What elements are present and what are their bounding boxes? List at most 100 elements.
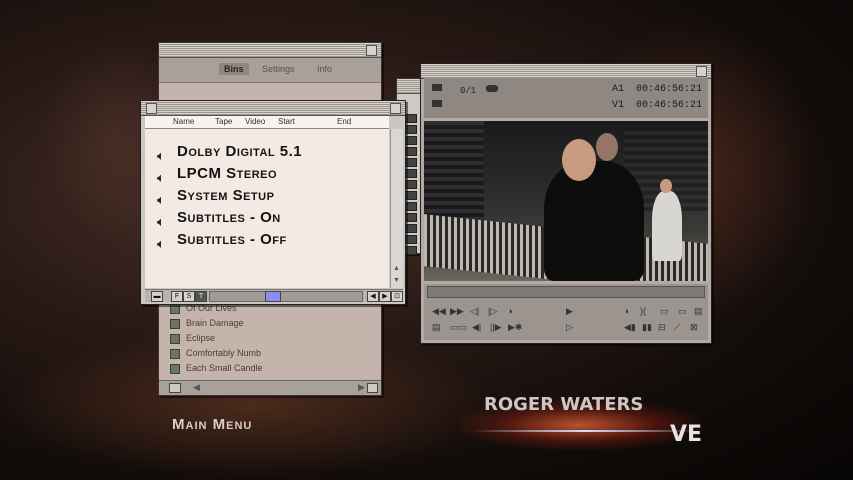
person-figure	[544, 161, 644, 281]
clip-icon[interactable]: ▭	[678, 306, 687, 317]
timecode-value: 00:46:56:21	[635, 84, 702, 95]
menu-item-system-setup[interactable]: 🔈︎ System Setup	[145, 185, 389, 207]
tab-info[interactable]: Info	[317, 64, 332, 74]
column-tape[interactable]: Tape	[215, 117, 232, 126]
menu-item-subtitles-off[interactable]: 🔈︎ Subtitles - Off	[145, 229, 389, 251]
audio-menu-window: Name Tape Video Start End 🔈︎ Dolby Digit…	[140, 100, 406, 305]
menu-list: 🔈︎ Dolby Digital 5.1 🔈︎ LPCM Stereo 🔈︎ S…	[145, 129, 389, 288]
menu-item-label: LPCM Stereo	[177, 165, 278, 182]
column-start[interactable]: Start	[278, 117, 295, 126]
clip-icon	[170, 364, 180, 374]
resize-icon[interactable]	[367, 383, 378, 393]
jog-forward-icon[interactable]: ||▶	[490, 322, 502, 333]
tab-settings[interactable]: Settings	[262, 64, 295, 74]
tab-bins[interactable]: Bins	[219, 63, 249, 75]
play-in-out-icon[interactable]: ◀▮	[624, 322, 636, 333]
audio-icon[interactable]: ▭▭	[450, 322, 467, 333]
button-s[interactable]: S	[183, 291, 195, 302]
menu-item-lpcm-stereo[interactable]: 🔈︎ LPCM Stereo	[145, 163, 389, 185]
player-window: 0/1 A1 00:46:56:21 V1 00:46:56:21 ◀◀ ▶▶ …	[420, 63, 712, 344]
column-name[interactable]: Name	[173, 117, 194, 126]
list-item[interactable]: Brain Damage	[159, 316, 381, 331]
menu-titlebar[interactable]	[141, 101, 405, 116]
shuttle-icon[interactable]: ▶✱	[508, 322, 522, 333]
transport-controls: ◀◀ ▶▶ ◁| |▷ ◗ ▶ ◖ )( ▭ ▭ ▤ ▤ ▭▭ ◀| ||▶ ▶…	[424, 284, 708, 340]
column-end[interactable]: End	[337, 117, 351, 126]
zoom-box-icon[interactable]	[696, 66, 707, 77]
list-icon[interactable]: ▤	[694, 306, 703, 317]
mark-in-icon[interactable]: ◁|	[470, 306, 479, 317]
button-t[interactable]: T	[195, 291, 207, 302]
video-frame	[424, 121, 708, 281]
left-arrow-icon[interactable]: ◀	[193, 382, 200, 393]
clip-icon	[170, 319, 180, 329]
vertical-scrollbar[interactable]: ▲ ▼	[390, 129, 403, 288]
bins-tabbar: Bins Settings Info	[159, 58, 381, 83]
timecode-a1: A1 00:46:56:21	[612, 84, 702, 95]
bins-scrollbar[interactable]: ◀ ▶	[159, 380, 381, 395]
logo-title: ROGER WATERS	[484, 394, 644, 415]
zoom-box-icon[interactable]	[366, 45, 377, 56]
scroll-thumb[interactable]	[265, 291, 281, 302]
bins-list: Of Our Lives Brain Damage Eclipse Comfor…	[159, 301, 381, 376]
step-back-icon[interactable]: ▶▶	[450, 306, 464, 317]
mark-out-icon[interactable]: |▷	[488, 306, 497, 317]
overwrite-icon[interactable]: ▮▮	[642, 322, 652, 333]
bins-titlebar[interactable]	[159, 43, 381, 58]
list-item[interactable]: Eclipse	[159, 331, 381, 346]
clip-counter: 0/1	[460, 86, 477, 96]
scroll-left-icon[interactable]: ◀	[367, 291, 379, 302]
list-item[interactable]: Comfortably Numb	[159, 346, 381, 361]
close-box-icon[interactable]	[146, 103, 157, 114]
menu-bottom-bar: ▬ F S T ◀ ▶ ⊡	[145, 289, 403, 302]
frame-advance-icon[interactable]: ▷	[566, 322, 573, 333]
scroll-down-icon[interactable]: ▼	[393, 277, 400, 284]
jog-back-icon[interactable]: ◀|	[472, 322, 481, 333]
menu-icon[interactable]	[432, 100, 442, 107]
column-video[interactable]: Video	[245, 117, 265, 126]
person-face	[660, 179, 672, 193]
info-icon[interactable]	[169, 383, 181, 393]
scroll-up-icon[interactable]: ▲	[393, 265, 400, 272]
right-arrow-icon[interactable]: ▶	[358, 382, 365, 393]
zoom-box-icon[interactable]	[390, 103, 401, 114]
menu-item-dolby-digital[interactable]: 🔈︎ Dolby Digital 5.1	[145, 141, 389, 163]
edit-row: ▤ ▭▭ ◀| ||▶ ▶✱ ▷ ◀▮ ▮▮ ⊟ ⟋ ⊠	[428, 322, 704, 334]
clip-icon	[170, 334, 180, 344]
person-face	[562, 139, 596, 181]
logo-streak	[470, 430, 700, 432]
timeline-scrubber[interactable]	[427, 286, 705, 298]
out-point-icon[interactable]: )(	[640, 306, 646, 316]
menu-item-label: Subtitles - Off	[177, 231, 287, 248]
info-icon[interactable]: ▬	[151, 291, 163, 302]
button-f[interactable]: F	[171, 291, 183, 302]
fullscreen-icon[interactable]: ⊠	[690, 322, 698, 333]
link-icon[interactable]	[486, 85, 498, 92]
menu-icon[interactable]	[432, 84, 442, 91]
loop-icon[interactable]: ◗	[508, 306, 513, 316]
menu-item-label: Dolby Digital 5.1	[177, 143, 303, 160]
rewind-icon[interactable]: ◀◀	[432, 306, 446, 317]
horizontal-scrollbar[interactable]	[209, 291, 363, 302]
person-figure	[652, 191, 682, 261]
list-item-label: Each Small Candle	[186, 363, 263, 373]
list-item[interactable]: Each Small Candle	[159, 361, 381, 376]
player-titlebar[interactable]	[421, 64, 711, 79]
matchframe-icon[interactable]: ▤	[432, 322, 441, 333]
timecode-v1: V1 00:46:56:21	[612, 100, 702, 111]
menu-item-subtitles-on[interactable]: 🔈︎ Subtitles - On	[145, 207, 389, 229]
player-header: 0/1 A1 00:46:56:21 V1 00:46:56:21	[424, 78, 708, 118]
splice-icon[interactable]: ⊟	[658, 322, 666, 333]
column-header: Name Tape Video Start End	[145, 116, 389, 129]
play-icon[interactable]: ▶	[566, 306, 573, 317]
speaker-icon: 🔈︎	[157, 236, 166, 251]
razor-icon[interactable]: ⟋	[674, 322, 680, 333]
main-menu-button[interactable]: Main Menu	[172, 416, 252, 433]
marker-icon[interactable]: ▭	[660, 306, 669, 317]
timecode-value: 00:46:56:21	[635, 100, 702, 111]
in-point-icon[interactable]: ◖	[624, 306, 629, 316]
scroll-right-icon[interactable]: ▶	[379, 291, 391, 302]
list-item-label: Eclipse	[186, 333, 216, 343]
resize-icon[interactable]: ⊡	[391, 291, 403, 302]
